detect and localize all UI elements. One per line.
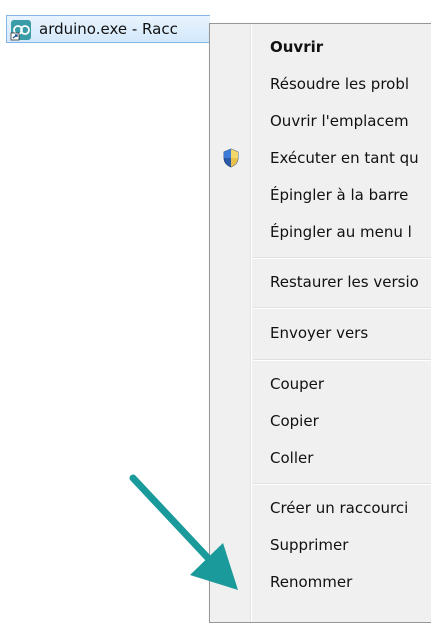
menu-separator xyxy=(253,483,431,485)
menu-item-ouvrir[interactable]: Ouvrir xyxy=(270,36,323,58)
menu-separator xyxy=(253,307,431,309)
menu-item-epingler-barre[interactable]: Épingler à la barre xyxy=(270,184,408,206)
context-menu: Ouvrir Résoudre les probl Ouvrir l'empla… xyxy=(209,23,431,623)
menu-item-renommer[interactable]: Renommer xyxy=(270,571,352,593)
menu-gutter xyxy=(250,24,252,622)
menu-item-restaurer[interactable]: Restaurer les versio xyxy=(270,271,419,293)
menu-item-couper[interactable]: Couper xyxy=(270,373,324,395)
arduino-shortcut-icon xyxy=(10,20,31,41)
menu-separator xyxy=(253,257,431,259)
menu-item-resoudre[interactable]: Résoudre les probl xyxy=(270,73,409,95)
menu-item-epingler-menu[interactable]: Épingler au menu l xyxy=(270,221,412,243)
menu-item-supprimer[interactable]: Supprimer xyxy=(270,534,348,556)
uac-shield-icon xyxy=(223,148,239,168)
menu-separator xyxy=(253,359,431,361)
desktop-file-item[interactable]: arduino.exe - Racc xyxy=(6,15,210,43)
menu-item-coller[interactable]: Coller xyxy=(270,447,313,469)
menu-item-envoyer-vers[interactable]: Envoyer vers xyxy=(270,322,368,344)
file-name-label: arduino.exe - Racc xyxy=(39,20,178,38)
menu-item-ouvrir-emplacement[interactable]: Ouvrir l'emplacem xyxy=(270,110,409,132)
menu-item-creer-raccourci[interactable]: Créer un raccourci xyxy=(270,497,408,519)
menu-item-copier[interactable]: Copier xyxy=(270,410,319,432)
menu-item-executer-admin[interactable]: Exécuter en tant qu xyxy=(270,147,419,169)
